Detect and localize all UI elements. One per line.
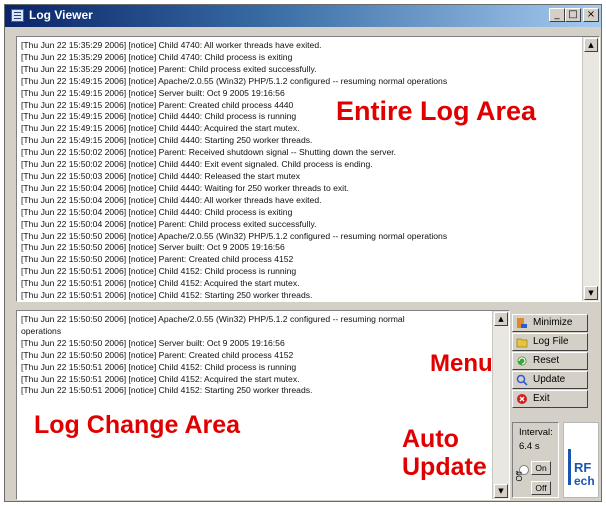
log-line: [Thu Jun 22 15:50:02 2006] [notice] Chil… <box>21 159 373 170</box>
log-line: operations <box>21 325 62 336</box>
minimize-window-button[interactable]: _ <box>549 8 565 22</box>
log-line: [Thu Jun 22 15:50:50 2006] [notice] Apac… <box>21 314 405 324</box>
window-title: Log Viewer <box>29 8 93 22</box>
scroll-down-arrow-icon[interactable]: ▼ <box>494 484 508 498</box>
log-line: [Thu Jun 22 15:50:04 2006] [notice] Chil… <box>21 206 293 217</box>
scroll-down-arrow-icon[interactable]: ▼ <box>584 286 598 300</box>
log-file-button[interactable]: Log File <box>512 333 588 351</box>
auto-update-on-button[interactable]: On <box>531 461 551 475</box>
update-button[interactable]: Update <box>512 371 588 389</box>
log-line: [Thu Jun 22 15:50:51 2006] [notice] Chil… <box>21 373 300 384</box>
auto-update-off-button[interactable]: Off <box>531 481 551 495</box>
logo-text-line1: RF <box>574 460 592 475</box>
reset-icon <box>517 356 527 366</box>
entire-log-annotation: Entire Log Area <box>336 96 537 126</box>
log-change-annotation: Log Change Area <box>34 411 241 439</box>
log-line: [Thu Jun 22 15:50:51 2006] [notice] Chil… <box>21 361 297 372</box>
window-controls: _ □ × <box>549 8 599 24</box>
interval-label: Interval: <box>519 427 553 438</box>
log-line: [Thu Jun 22 15:49:15 2006] [notice] Apac… <box>21 75 448 86</box>
app-icon <box>11 9 24 22</box>
log-line: [Thu Jun 22 15:50:51 2006] [notice] Chil… <box>21 385 313 396</box>
log-line: [Thu Jun 22 15:50:51 2006] [notice] Chil… <box>21 290 313 301</box>
change-log-scrollbar[interactable]: ▲ ▼ <box>492 311 509 499</box>
interval-value: 6.4 s <box>519 441 540 452</box>
entire-log-area[interactable]: [Thu Jun 22 15:35:29 2006] [notice] Chil… <box>16 36 600 302</box>
off-vertical-label: Off <box>515 471 524 482</box>
log-line: [Thu Jun 22 15:35:29 2006] [notice] Chil… <box>21 40 322 50</box>
update-annotation: Update <box>402 453 487 481</box>
log-line: [Thu Jun 22 15:50:50 2006] [notice] Pare… <box>21 254 294 265</box>
scroll-up-arrow-icon[interactable]: ▲ <box>584 38 598 52</box>
entire-log-scrollbar[interactable]: ▲ ▼ <box>582 37 599 301</box>
entire-log-text: [Thu Jun 22 15:35:29 2006] [notice] Chil… <box>21 40 581 301</box>
log-line: [Thu Jun 22 15:50:51 2006] [notice] Chil… <box>21 278 300 289</box>
log-line: [Thu Jun 22 15:50:04 2006] [notice] Chil… <box>21 182 349 193</box>
update-icon <box>516 374 528 386</box>
exit-icon <box>517 394 527 404</box>
log-line: [Thu Jun 22 15:50:04 2006] [notice] Pare… <box>21 218 317 229</box>
company-logo: RF ech <box>563 422 599 498</box>
log-line: [Thu Jun 22 15:35:29 2006] [notice] Pare… <box>21 63 317 74</box>
menu-annotation: Menu <box>430 350 493 377</box>
log-line: [Thu Jun 22 15:50:02 2006] [notice] Pare… <box>21 147 397 158</box>
interval-panel: Interval: 6.4 s On Off Off <box>512 422 559 498</box>
maximize-window-button[interactable]: □ <box>565 8 581 22</box>
logo-text-line2: ech <box>574 474 595 488</box>
log-line: [Thu Jun 22 15:50:50 2006] [notice] Serv… <box>21 337 285 348</box>
log-file-icon <box>516 338 528 348</box>
reset-label: Reset <box>533 355 560 366</box>
log-line: [Thu Jun 22 15:50:03 2006] [notice] Chil… <box>21 170 300 181</box>
log-line: [Thu Jun 22 15:35:29 2006] [notice] Chil… <box>21 51 293 62</box>
minimize-button[interactable]: Minimize <box>512 314 588 332</box>
auto-annotation: Auto <box>402 425 459 453</box>
change-log-text: [Thu Jun 22 15:50:50 2006] [notice] Apac… <box>21 314 491 397</box>
reset-button[interactable]: Reset <box>512 352 588 370</box>
minimize-label: Minimize <box>533 317 573 328</box>
log-line: [Thu Jun 22 15:50:50 2006] [notice] Pare… <box>21 349 294 360</box>
minimize-icon <box>517 318 527 328</box>
close-window-button[interactable]: × <box>583 8 599 22</box>
exit-label: Exit <box>533 393 550 404</box>
log-line: [Thu Jun 22 15:50:50 2006] [notice] Apac… <box>21 230 448 241</box>
log-line: [Thu Jun 22 15:50:51 2006] [notice] Chil… <box>21 266 297 277</box>
title-bar[interactable]: Log Viewer _ □ × <box>5 5 601 27</box>
log-line: [Thu Jun 22 15:50:04 2006] [notice] Chil… <box>21 194 322 205</box>
log-line: [Thu Jun 22 15:49:15 2006] [notice] Chil… <box>21 135 313 146</box>
log-file-label: Log File <box>533 336 569 347</box>
logo-bar <box>568 449 571 485</box>
scroll-up-arrow-icon[interactable]: ▲ <box>494 312 508 326</box>
log-line: [Thu Jun 22 15:50:50 2006] [notice] Serv… <box>21 242 285 253</box>
exit-button[interactable]: Exit <box>512 390 588 408</box>
update-label: Update <box>533 374 566 385</box>
